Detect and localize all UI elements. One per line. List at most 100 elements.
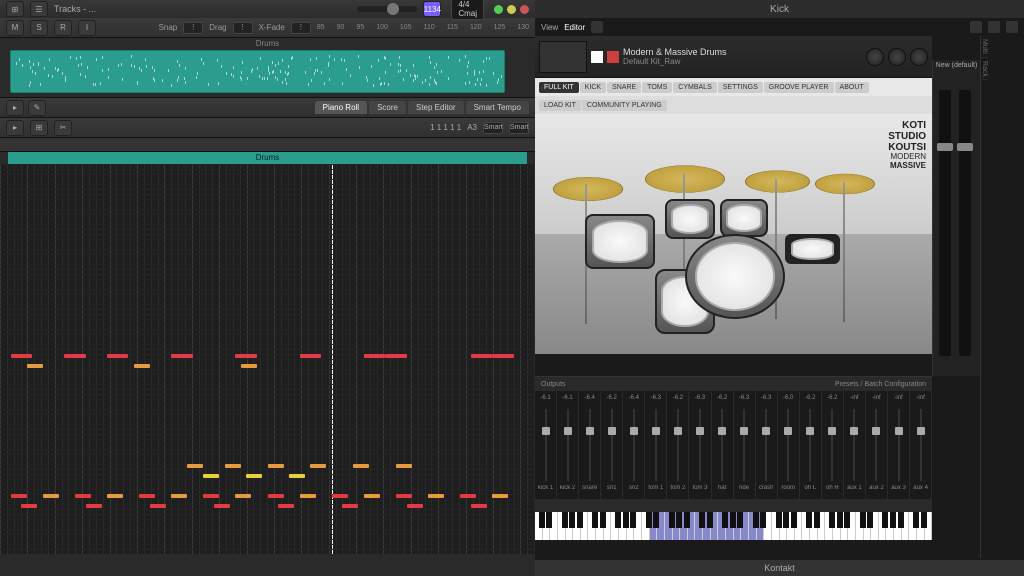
- mixer-channel[interactable]: -6.1kick 2: [557, 391, 579, 499]
- midi-note[interactable]: [225, 464, 241, 468]
- piano-key[interactable]: [825, 512, 833, 540]
- pan-knob[interactable]: [888, 48, 906, 66]
- kit-tab[interactable]: CYMBALS: [673, 82, 716, 93]
- piano-key[interactable]: [588, 512, 596, 540]
- grid-tool-icon[interactable]: ⊞: [30, 120, 48, 136]
- snap2-select[interactable]: Smart: [509, 122, 529, 134]
- midi-note[interactable]: [75, 494, 91, 498]
- mute-button[interactable]: M: [6, 20, 24, 36]
- cymbal-crash-center[interactable]: [645, 165, 725, 192]
- snap1-select[interactable]: Smart: [483, 122, 503, 134]
- editor-button[interactable]: Editor: [564, 23, 585, 32]
- mixer-channel[interactable]: -infaux 3: [888, 391, 910, 499]
- mixer-channel[interactable]: -infaux 1: [844, 391, 866, 499]
- midi-note[interactable]: [107, 354, 128, 358]
- editor-tab[interactable]: Step Editor: [408, 101, 464, 114]
- drum-kit-view[interactable]: KOTI STUDIO KOUTSI MODERN MASSIVE: [535, 114, 932, 354]
- bypass-icon[interactable]: [970, 21, 982, 33]
- midi-note[interactable]: [364, 494, 380, 498]
- piano-key[interactable]: [535, 512, 543, 540]
- patch-icon[interactable]: [591, 51, 603, 63]
- piano-key[interactable]: [665, 512, 673, 540]
- rack-tom-2[interactable]: [720, 199, 768, 237]
- midi-note[interactable]: [300, 354, 321, 358]
- midi-note[interactable]: [332, 494, 348, 498]
- midi-note[interactable]: [353, 464, 369, 468]
- midi-region[interactable]: [10, 50, 505, 93]
- arrow-icon[interactable]: ▸: [6, 120, 24, 136]
- midi-note[interactable]: [11, 494, 27, 498]
- midi-note[interactable]: [27, 364, 43, 368]
- midi-note[interactable]: [428, 494, 444, 498]
- midi-note[interactable]: [471, 354, 492, 358]
- midi-note[interactable]: [364, 354, 385, 358]
- midi-note[interactable]: [134, 364, 150, 368]
- kick-drum[interactable]: [685, 234, 785, 319]
- editor-tab[interactable]: Piano Roll: [315, 101, 367, 114]
- piano-roll[interactable]: [0, 164, 535, 554]
- xfade-value[interactable]: ⋮: [291, 22, 311, 34]
- virtual-keyboard[interactable]: [535, 512, 932, 540]
- volume-knob[interactable]: [910, 48, 928, 66]
- purge-icon[interactable]: [607, 51, 619, 63]
- midi-note[interactable]: [492, 354, 513, 358]
- snare-drum[interactable]: [785, 234, 840, 264]
- rack-slot[interactable]: Rack: [981, 58, 988, 80]
- master-fader-r[interactable]: [959, 90, 971, 356]
- input-button[interactable]: I: [78, 20, 96, 36]
- kit-tab[interactable]: ABOUT: [835, 82, 869, 93]
- kit-subtab[interactable]: LOAD KIT: [539, 100, 581, 111]
- kit-tab[interactable]: TOMS: [642, 82, 672, 93]
- piano-key[interactable]: [772, 512, 780, 540]
- mixer-channel[interactable]: -6.2tom 2: [667, 391, 689, 499]
- mixer-channel[interactable]: -6.2oh R: [822, 391, 844, 499]
- midi-note[interactable]: [241, 364, 257, 368]
- time-sig-display[interactable]: 4/4Cmaj: [451, 0, 484, 20]
- region-name[interactable]: Drums: [8, 152, 527, 164]
- midi-note[interactable]: [64, 354, 85, 358]
- piano-key[interactable]: [749, 512, 757, 540]
- zoom-slider[interactable]: [357, 6, 417, 12]
- tool-pointer-icon[interactable]: ▸: [6, 100, 24, 116]
- piano-key[interactable]: [879, 512, 887, 540]
- midi-note[interactable]: [407, 504, 423, 508]
- piano-key[interactable]: [856, 512, 864, 540]
- mode-button[interactable]: 1134: [423, 1, 441, 17]
- kit-tab[interactable]: FULL KIT: [539, 82, 579, 93]
- rack-tom-1[interactable]: [665, 199, 715, 239]
- mixer-channel[interactable]: -6.4sn2: [623, 391, 645, 499]
- midi-note[interactable]: [471, 504, 487, 508]
- editor-tab[interactable]: Smart Tempo: [466, 101, 529, 114]
- midi-note[interactable]: [268, 464, 284, 468]
- midi-note[interactable]: [203, 474, 219, 478]
- drag-value[interactable]: ⋮: [233, 22, 253, 34]
- midi-note[interactable]: [139, 494, 155, 498]
- mixer-channel[interactable]: -6.3tom 1: [645, 391, 667, 499]
- instrument-name[interactable]: Modern & Massive Drums: [623, 47, 862, 57]
- floor-tom-1[interactable]: [585, 214, 655, 269]
- midi-note[interactable]: [21, 504, 37, 508]
- midi-note[interactable]: [43, 494, 59, 498]
- kit-tab[interactable]: GROOVE PLAYER: [764, 82, 834, 93]
- midi-note[interactable]: [171, 494, 187, 498]
- piano-key[interactable]: [718, 512, 726, 540]
- presets-label[interactable]: Presets / Batch Configuration: [835, 381, 926, 388]
- midi-note[interactable]: [203, 494, 219, 498]
- midi-note[interactable]: [300, 494, 316, 498]
- piano-roll-ruler[interactable]: [0, 138, 535, 152]
- midi-note[interactable]: [492, 494, 508, 498]
- record-button[interactable]: R: [54, 20, 72, 36]
- midi-note[interactable]: [171, 354, 192, 358]
- midi-note[interactable]: [187, 464, 203, 468]
- kit-subtab[interactable]: COMMUNITY PLAYING: [582, 100, 667, 111]
- quantize-display[interactable]: 1 1 1 1 1: [430, 123, 461, 132]
- compare-icon[interactable]: [591, 21, 603, 33]
- mixer-channel[interactable]: -6.3tom 3: [689, 391, 711, 499]
- maximize-icon[interactable]: [520, 5, 529, 14]
- piano-key[interactable]: [611, 512, 619, 540]
- piano-key[interactable]: [642, 512, 650, 540]
- cymbal-hihat[interactable]: [815, 174, 875, 195]
- snap-value[interactable]: ⋮: [183, 22, 203, 34]
- kit-tab[interactable]: SNARE: [607, 82, 641, 93]
- midi-note[interactable]: [278, 504, 294, 508]
